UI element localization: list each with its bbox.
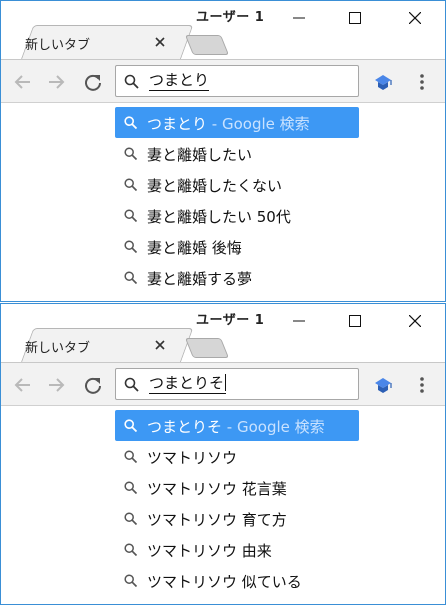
reload-icon[interactable] (83, 375, 103, 395)
tab-title: 新しいタブ (25, 341, 91, 356)
search-icon (124, 116, 137, 129)
suggestion-suffix: - Google 検索 (207, 115, 310, 133)
arrow-right-icon[interactable] (46, 375, 66, 395)
omnibox-suggestions: つまとりそ - Google 検索 ツマトリソウ ツマトリソウ 花言葉 ツマトリ… (115, 410, 359, 596)
suggestion-item[interactable]: ツマトリソウ (115, 441, 359, 472)
address-bar[interactable]: つまとり (115, 65, 359, 97)
extension-icon[interactable] (373, 375, 393, 395)
suggestion-text: 妻と離婚したい 50代 (147, 208, 291, 226)
suggestion-text: ツマトリソウ 育て方 (147, 511, 287, 529)
address-bar-query[interactable]: つまとりそ (149, 374, 227, 394)
arrow-left-icon[interactable] (13, 72, 33, 92)
address-bar[interactable]: つまとりそ (115, 368, 359, 400)
toolbar: つまとりそ (1, 362, 445, 406)
minimize-icon (293, 320, 305, 322)
arrow-left-icon[interactable] (13, 375, 33, 395)
search-icon (124, 543, 137, 556)
suggestion-text: 妻と離婚したい (147, 146, 253, 164)
tab-close-icon[interactable] (153, 35, 167, 49)
suggestion-item[interactable]: ツマトリソウ 由来 (115, 534, 359, 565)
maximize-icon (349, 315, 361, 327)
suggestion-item[interactable]: つまとりそ - Google 検索 (115, 410, 359, 441)
suggestion-text: 妻と離婚する夢 (147, 270, 253, 288)
suggestion-suffix: - Google 検索 (222, 418, 325, 436)
maximize-icon (349, 12, 361, 24)
kebab-menu-icon[interactable] (414, 375, 430, 395)
suggestion-text: ツマトリソウ 花言葉 (147, 480, 287, 498)
search-icon (124, 147, 137, 160)
close-window-button[interactable] (395, 5, 435, 31)
extension-icon[interactable] (373, 72, 393, 92)
suggestion-text: ツマトリソウ 由来 (147, 542, 272, 560)
suggestion-text: つまとり (147, 115, 208, 133)
search-icon (124, 209, 137, 222)
omnibox-suggestions: つまとり - Google 検索 妻と離婚したい 妻と離婚したくない 妻と離婚し… (115, 107, 359, 293)
search-icon (124, 178, 137, 191)
search-icon (124, 377, 139, 392)
browser-window-1: ユーザー 1 新しいタブ つまとり つまとり - Google 検索 妻と離婚し… (0, 0, 446, 302)
search-icon (124, 574, 137, 587)
new-tab-button[interactable] (184, 35, 230, 55)
suggestion-item[interactable]: つまとり - Google 検索 (115, 107, 359, 138)
tab-close-icon[interactable] (153, 338, 167, 352)
arrow-right-icon[interactable] (46, 72, 66, 92)
suggestion-item[interactable]: 妻と離婚 後悔 (115, 231, 359, 262)
maximize-button[interactable] (335, 308, 375, 334)
suggestion-text: ツマトリソウ (147, 449, 238, 467)
reload-icon[interactable] (83, 72, 103, 92)
suggestion-item[interactable]: 妻と離婚したい (115, 138, 359, 169)
suggestion-item[interactable]: 妻と離婚したい 50代 (115, 200, 359, 231)
close-window-button[interactable] (395, 308, 435, 334)
address-bar-query[interactable]: つまとり (149, 71, 210, 91)
toolbar: つまとり (1, 59, 445, 103)
kebab-menu-icon[interactable] (414, 72, 430, 92)
search-icon (124, 271, 137, 284)
user-profile-label[interactable]: ユーザー 1 (196, 6, 264, 25)
title-bar: ユーザー 1 新しいタブ (1, 1, 445, 60)
minimize-icon (293, 17, 305, 19)
search-icon (124, 512, 137, 525)
close-icon (409, 315, 421, 327)
new-tab-button[interactable] (184, 338, 230, 358)
suggestion-item[interactable]: ツマトリソウ 育て方 (115, 503, 359, 534)
tab-title: 新しいタブ (25, 38, 91, 53)
minimize-button[interactable] (279, 308, 319, 334)
suggestion-text: ツマトリソウ 似ている (147, 573, 302, 591)
search-icon (124, 450, 137, 463)
suggestion-item[interactable]: ツマトリソウ 花言葉 (115, 472, 359, 503)
title-bar: ユーザー 1 新しいタブ (1, 304, 445, 363)
suggestion-text: つまとりそ (147, 418, 223, 436)
text-caret (225, 374, 227, 391)
browser-window-2: ユーザー 1 新しいタブ つまとりそ つまとりそ - Google 検索 ツマト… (0, 303, 446, 605)
search-icon (124, 481, 137, 494)
suggestion-text: 妻と離婚 後悔 (147, 239, 242, 257)
search-icon (124, 240, 137, 253)
search-icon (124, 419, 137, 432)
suggestion-item[interactable]: 妻と離婚する夢 (115, 262, 359, 293)
suggestion-text: 妻と離婚したくない (147, 177, 283, 195)
close-icon (409, 12, 421, 24)
search-icon (124, 74, 139, 89)
maximize-button[interactable] (335, 5, 375, 31)
address-bar-query-text: つまとりそ (149, 374, 225, 392)
suggestion-item[interactable]: ツマトリソウ 似ている (115, 565, 359, 596)
minimize-button[interactable] (279, 5, 319, 31)
user-profile-label[interactable]: ユーザー 1 (196, 309, 264, 328)
suggestion-item[interactable]: 妻と離婚したくない (115, 169, 359, 200)
